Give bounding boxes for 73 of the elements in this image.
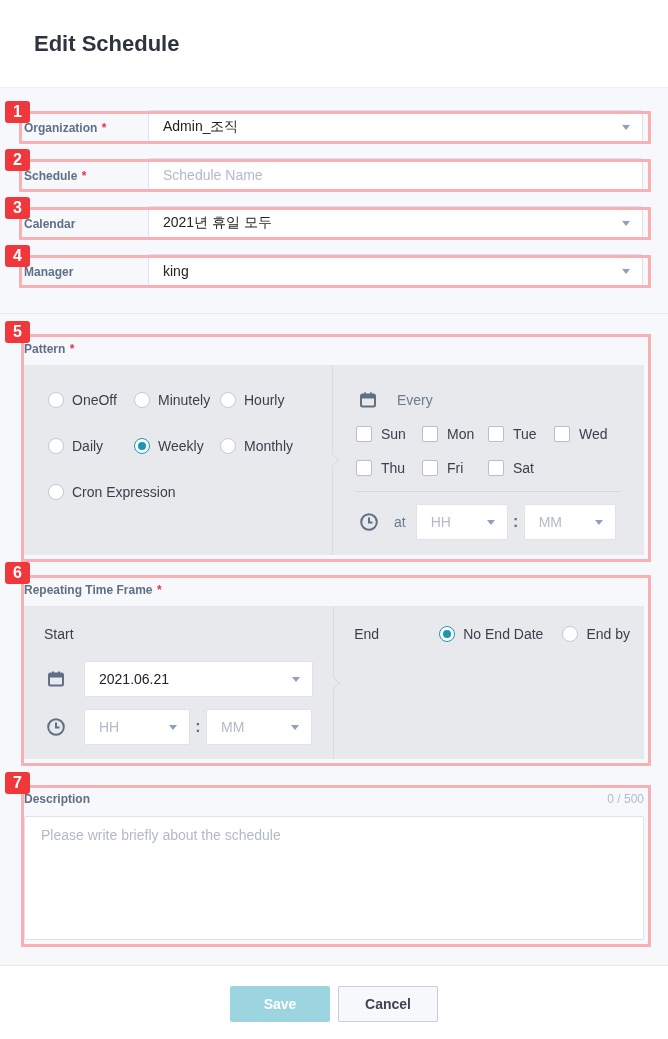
description-field[interactable]: Please write briefly about the schedule (24, 816, 644, 940)
field-label: Manager (24, 265, 74, 279)
field-label: Calendar (24, 217, 76, 231)
character-counter: 0 / 500 (607, 791, 644, 807)
radio-button[interactable] (48, 438, 64, 454)
radio-button[interactable] (134, 392, 150, 408)
time-separator: : (512, 513, 520, 531)
time-separator: : (194, 718, 202, 736)
every-label: Every (397, 392, 433, 408)
day-label: Wed (579, 426, 608, 442)
radio-button[interactable] (48, 484, 64, 500)
checkbox[interactable] (422, 460, 438, 476)
caret-icon (292, 676, 300, 682)
required-mark: * (69, 342, 75, 356)
callout-badge: 2 (5, 149, 30, 171)
checkbox[interactable] (422, 426, 438, 442)
radio-button[interactable] (439, 626, 456, 642)
date-dropdown[interactable]: 2021.06.21 (84, 661, 313, 697)
field-label: Schedule (24, 169, 78, 183)
callout-badge: 7 (5, 772, 30, 794)
day-label: Mon (447, 426, 475, 442)
checkbox[interactable] (356, 426, 372, 442)
radio-button[interactable] (220, 438, 236, 454)
calendar-icon (360, 392, 376, 408)
radio-button[interactable] (48, 392, 64, 408)
day-label: Tue (513, 426, 537, 442)
option-label: Minutely (158, 392, 211, 408)
clock-icon (360, 513, 378, 531)
callout-badge: 3 (5, 197, 30, 219)
caret-icon (486, 519, 495, 525)
caret-icon (622, 268, 630, 274)
checkbox[interactable] (488, 460, 504, 476)
start-label: Start (44, 626, 75, 642)
section-label: Description (24, 791, 90, 807)
dialog-title: Edit Schedule (34, 30, 180, 57)
end-label: End (354, 626, 381, 642)
field-label: Organization (24, 121, 98, 135)
radio-button[interactable] (220, 392, 236, 408)
day-label: Sun (381, 426, 406, 442)
radio-button[interactable] (134, 438, 150, 454)
option-label: Weekly (158, 438, 204, 454)
option-label: Monthly (244, 438, 294, 454)
clock-icon (47, 718, 65, 736)
caret-icon (291, 724, 299, 730)
day-label: Thu (381, 460, 406, 476)
option-label: End by (586, 626, 630, 642)
checkbox[interactable] (356, 460, 372, 476)
day-label: Fri (447, 460, 464, 476)
option-label: OneOff (72, 392, 117, 408)
option-label: Daily (72, 438, 104, 454)
day-label: Sat (513, 460, 534, 476)
calendar-icon (48, 671, 64, 687)
caret-icon (622, 220, 630, 226)
caret-icon (622, 124, 630, 130)
option-label: Cron Expression (72, 484, 176, 500)
callout-badge: 5 (5, 321, 30, 343)
cancel-button[interactable]: Cancel (338, 986, 438, 1022)
callout-badge: 1 (5, 101, 30, 123)
callout-badge: 6 (5, 562, 30, 584)
required-mark: * (156, 583, 162, 597)
required-mark: * (101, 121, 107, 135)
caret-icon (169, 724, 177, 730)
checkbox[interactable] (554, 426, 570, 442)
section-label: Repeating Time Frame (24, 583, 153, 597)
at-label: at (394, 514, 406, 530)
option-label: No End Date (463, 626, 544, 642)
callout-badge: 4 (5, 245, 30, 267)
radio-button[interactable] (562, 626, 579, 642)
caret-icon (594, 519, 603, 525)
required-mark: * (81, 169, 87, 183)
option-label: Hourly (244, 392, 285, 408)
section-label: Pattern (24, 342, 66, 356)
checkbox[interactable] (488, 426, 504, 442)
